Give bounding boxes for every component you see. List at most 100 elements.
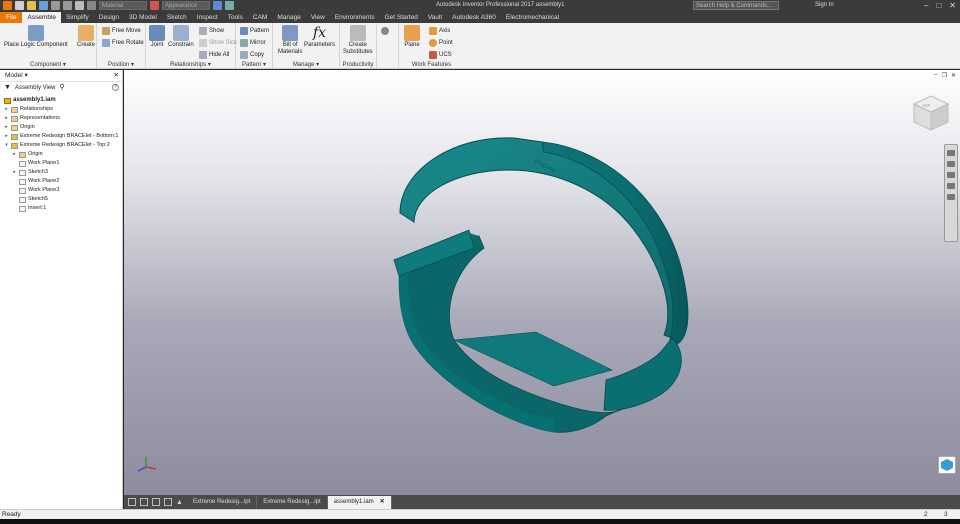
tree-item[interactable]: Work Plane2: [0, 177, 122, 186]
panel-component-label[interactable]: Component ▾: [0, 61, 96, 68]
look-at-icon[interactable]: [947, 194, 955, 200]
ucs-button[interactable]: UCS: [429, 50, 452, 59]
tree-item[interactable]: ▸ Relationships: [0, 105, 122, 114]
panel-relationships-label[interactable]: Relationships ▾: [146, 61, 235, 68]
expand-icon[interactable]: ▸: [4, 123, 9, 132]
tree-item[interactable]: Work Plane3: [0, 186, 122, 195]
new-file-icon[interactable]: [15, 1, 24, 10]
panel-position-label[interactable]: Position ▾: [97, 61, 145, 68]
tab-design[interactable]: Design: [94, 12, 124, 23]
filter-icon[interactable]: ▼: [4, 82, 11, 94]
tree-item[interactable]: ▸ Origin: [0, 150, 122, 159]
steering-wheel-icon[interactable]: [947, 150, 955, 156]
tree-item[interactable]: ▸ Extreme Redesign BRACElet - Bottom:1: [0, 132, 122, 141]
pattern-button[interactable]: Pattern: [240, 26, 269, 35]
material-select[interactable]: Material: [99, 1, 147, 10]
home-icon[interactable]: [75, 1, 84, 10]
tab-electromechanical[interactable]: Electromechanical: [501, 12, 564, 23]
sign-in-link[interactable]: Sign In: [815, 2, 834, 8]
navigation-bar[interactable]: [944, 144, 958, 242]
pan-icon[interactable]: [947, 161, 955, 167]
arrange-icon[interactable]: [152, 498, 160, 506]
tab-inspect[interactable]: Inspect: [192, 12, 223, 23]
plane-button[interactable]: Plane: [404, 25, 420, 49]
minimize-icon[interactable]: –: [924, 1, 928, 10]
app-menu-icon[interactable]: [3, 1, 12, 10]
help-icon[interactable]: ?: [112, 84, 119, 91]
adjust-icon[interactable]: [225, 1, 234, 10]
doc-tab-active[interactable]: assembly1.iam ✕: [327, 495, 392, 509]
point-button[interactable]: Point: [429, 38, 453, 47]
tree-item[interactable]: ▸ Sketch3: [0, 168, 122, 177]
window-list-icon[interactable]: [164, 498, 172, 506]
place-logic-component-button[interactable]: Place Logic Component: [4, 25, 68, 49]
undo-icon[interactable]: [51, 1, 60, 10]
tab-cam[interactable]: CAM: [248, 12, 272, 23]
axis-button[interactable]: Axis: [429, 26, 450, 35]
expand-icon[interactable]: ▸: [4, 114, 9, 123]
hide-all-button[interactable]: Hide All: [199, 50, 229, 59]
bill-of-materials-button[interactable]: Bill of Materials: [278, 25, 302, 56]
free-move-button[interactable]: Free Move: [102, 26, 141, 35]
find-icon[interactable]: ⚲: [60, 82, 65, 94]
copy-button[interactable]: Copy: [240, 50, 264, 59]
tab-view[interactable]: View: [306, 12, 330, 23]
bracelet-model[interactable]: FANCUBE: [124, 70, 960, 495]
doc-tab[interactable]: Extreme Redesig...ipt: [257, 495, 328, 509]
create-component-button[interactable]: Create: [77, 25, 95, 49]
assembly-view-dropdown[interactable]: Assembly View: [15, 82, 56, 94]
communication-center-button[interactable]: [938, 456, 956, 474]
tab-assemble[interactable]: Assemble: [22, 12, 62, 23]
create-substitutes-button[interactable]: Create Substitutes: [343, 25, 373, 56]
viewcube[interactable]: TOP: [910, 92, 952, 136]
appearance-select[interactable]: Appearance: [162, 1, 210, 10]
panel-pattern-label[interactable]: Pattern ▾: [236, 61, 272, 68]
dropdown-tool-button[interactable]: [381, 26, 389, 35]
browser-title[interactable]: Model ▾: [5, 72, 28, 79]
tab-simplify[interactable]: Simplify: [61, 12, 94, 23]
update-icon[interactable]: [87, 1, 96, 10]
tab-tools[interactable]: Tools: [223, 12, 248, 23]
tile-windows-icon[interactable]: [128, 498, 136, 506]
close-icon[interactable]: ✕: [949, 1, 956, 10]
search-input[interactable]: Search Help & Commands...: [693, 1, 779, 10]
close-browser-icon[interactable]: ✕: [114, 70, 119, 82]
tab-3d-model[interactable]: 3D Model: [124, 12, 162, 23]
tab-environments[interactable]: Environments: [330, 12, 380, 23]
tree-item[interactable]: ▸ Origin: [0, 123, 122, 132]
parameters-button[interactable]: fx Parameters: [304, 25, 335, 49]
tree-root[interactable]: assembly1.iam: [0, 96, 122, 105]
cascade-windows-icon[interactable]: [140, 498, 148, 506]
tab-vault[interactable]: Vault: [423, 12, 447, 23]
expand-icon[interactable]: ▸: [12, 150, 17, 159]
save-icon[interactable]: [39, 1, 48, 10]
tab-get-started[interactable]: Get Started: [380, 12, 423, 23]
constrain-button[interactable]: Constrain: [168, 25, 194, 49]
tab-autodesk-a360[interactable]: Autodesk A360: [447, 12, 501, 23]
tree-item[interactable]: ▸ Representations: [0, 114, 122, 123]
expand-icon[interactable]: ▾: [4, 141, 9, 150]
tab-sketch[interactable]: Sketch: [162, 12, 192, 23]
close-tab-icon[interactable]: ✕: [380, 499, 385, 505]
tab-manage[interactable]: Manage: [272, 12, 306, 23]
expand-icon[interactable]: ▸: [4, 132, 9, 141]
tree-item[interactable]: Sketch5: [0, 195, 122, 204]
joint-button[interactable]: Joint: [149, 25, 165, 49]
zoom-icon[interactable]: [947, 172, 955, 178]
show-sick-button[interactable]: Show Sick: [199, 38, 237, 47]
expand-icon[interactable]: ▸: [12, 168, 17, 177]
measure-icon[interactable]: [213, 1, 222, 10]
panel-manage-label[interactable]: Manage ▾: [273, 61, 339, 68]
tab-file[interactable]: File: [0, 12, 23, 23]
graphics-viewport[interactable]: – ❐ ✕ FANCUBE TOP: [124, 70, 960, 495]
home-tab-icon[interactable]: ▲: [176, 499, 183, 506]
redo-icon[interactable]: [63, 1, 72, 10]
tree-item[interactable]: Work Plane1: [0, 159, 122, 168]
doc-tab[interactable]: Extreme Redesig...ipt: [187, 495, 258, 509]
mirror-button[interactable]: Mirror: [240, 38, 266, 47]
tree-item[interactable]: Insert:1: [0, 204, 122, 213]
expand-icon[interactable]: ▸: [4, 105, 9, 114]
orbit-icon[interactable]: [947, 183, 955, 189]
open-file-icon[interactable]: [27, 1, 36, 10]
free-rotate-button[interactable]: Free Rotate: [102, 38, 144, 47]
